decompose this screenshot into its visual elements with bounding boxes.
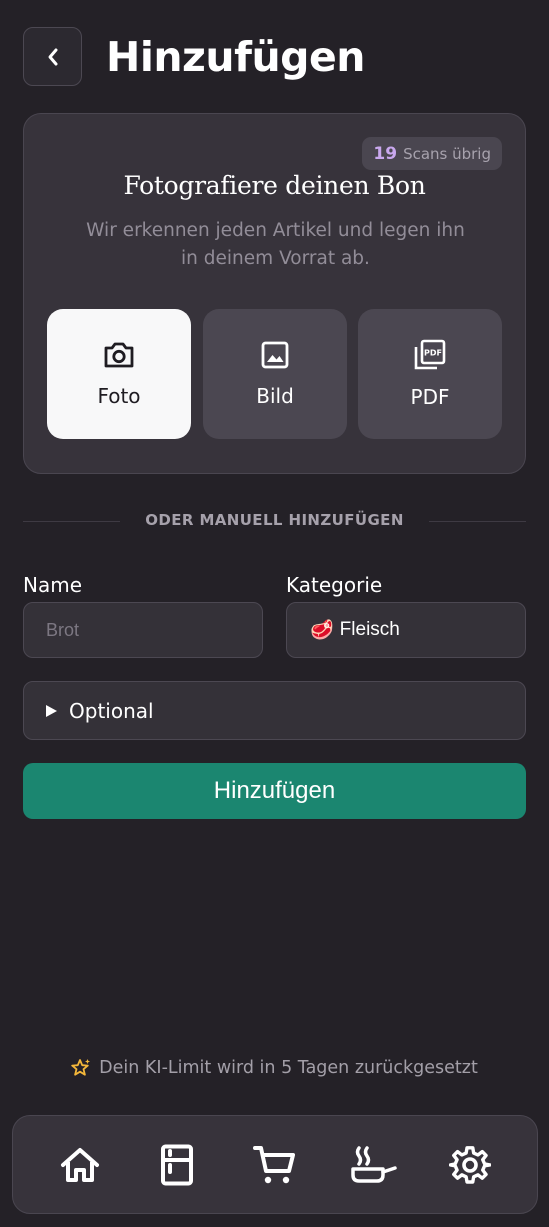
scan-receipt-card: 19 Scans übrig Fotografiere deinen Bon W… [23, 113, 526, 474]
bottom-navigation [12, 1115, 538, 1214]
category-selected-value: Fleisch [339, 619, 400, 640]
image-icon [261, 341, 289, 369]
optional-details-toggle[interactable]: Optional [23, 681, 526, 740]
scan-option-photo[interactable]: Foto [47, 309, 191, 439]
category-label: Kategorie [286, 573, 383, 597]
scans-remaining-count: 19 [373, 143, 398, 164]
scan-option-image[interactable]: Bild [203, 309, 347, 439]
divider-line-right [429, 521, 526, 522]
scan-card-title: Fotografiere deinen Bon [123, 171, 426, 200]
sparkle-star-icon [71, 1059, 91, 1076]
category-select[interactable]: 🥩 Fleisch [286, 602, 526, 658]
page-title: Hinzufügen [106, 33, 365, 81]
scan-option-pdf-label: PDF [410, 385, 450, 409]
pdf-icon: PDF [414, 339, 446, 370]
nav-settings[interactable] [440, 1135, 500, 1195]
svg-text:PDF: PDF [424, 349, 442, 358]
cooking-pan-icon [350, 1145, 397, 1183]
add-page: Hinzufügen 19 Scans übrig Fotografiere d… [0, 0, 549, 1227]
nav-cooking[interactable] [343, 1135, 403, 1195]
meat-icon: 🥩 [310, 620, 334, 641]
manual-add-divider: ODER MANUELL HINZUFÜGEN [145, 511, 404, 529]
scan-card-subtitle: Wir erkennen jeden Artikel und legen ihn… [86, 220, 465, 269]
camera-icon [104, 342, 134, 368]
chevron-left-icon [48, 48, 57, 65]
scan-option-pdf[interactable]: PDF PDF [358, 309, 502, 439]
settings-gear-icon [449, 1145, 492, 1184]
name-input[interactable] [23, 602, 263, 658]
ai-limit-note: Dein KI-Limit wird in 5 Tagen zurückgese… [0, 1058, 549, 1078]
nav-shopping-cart[interactable] [245, 1135, 305, 1195]
fridge-icon [161, 1144, 194, 1185]
triangle-right-icon [46, 704, 57, 717]
ai-limit-text: Dein KI-Limit wird in 5 Tagen zurückgese… [99, 1058, 478, 1078]
home-icon [60, 1147, 99, 1182]
cart-icon [252, 1145, 295, 1183]
add-item-button[interactable]: Hinzufügen [23, 763, 526, 819]
scan-option-image-label: Bild [256, 384, 294, 408]
scans-remaining-label: Scans übrig [403, 144, 491, 163]
nav-home[interactable] [50, 1135, 110, 1195]
nav-fridge[interactable] [147, 1135, 207, 1195]
scan-option-photo-label: Foto [97, 384, 141, 408]
name-label: Name [23, 573, 83, 597]
scans-remaining-badge: 19 Scans übrig [362, 137, 502, 170]
back-button[interactable] [23, 27, 82, 86]
optional-details-label: Optional [69, 698, 154, 723]
